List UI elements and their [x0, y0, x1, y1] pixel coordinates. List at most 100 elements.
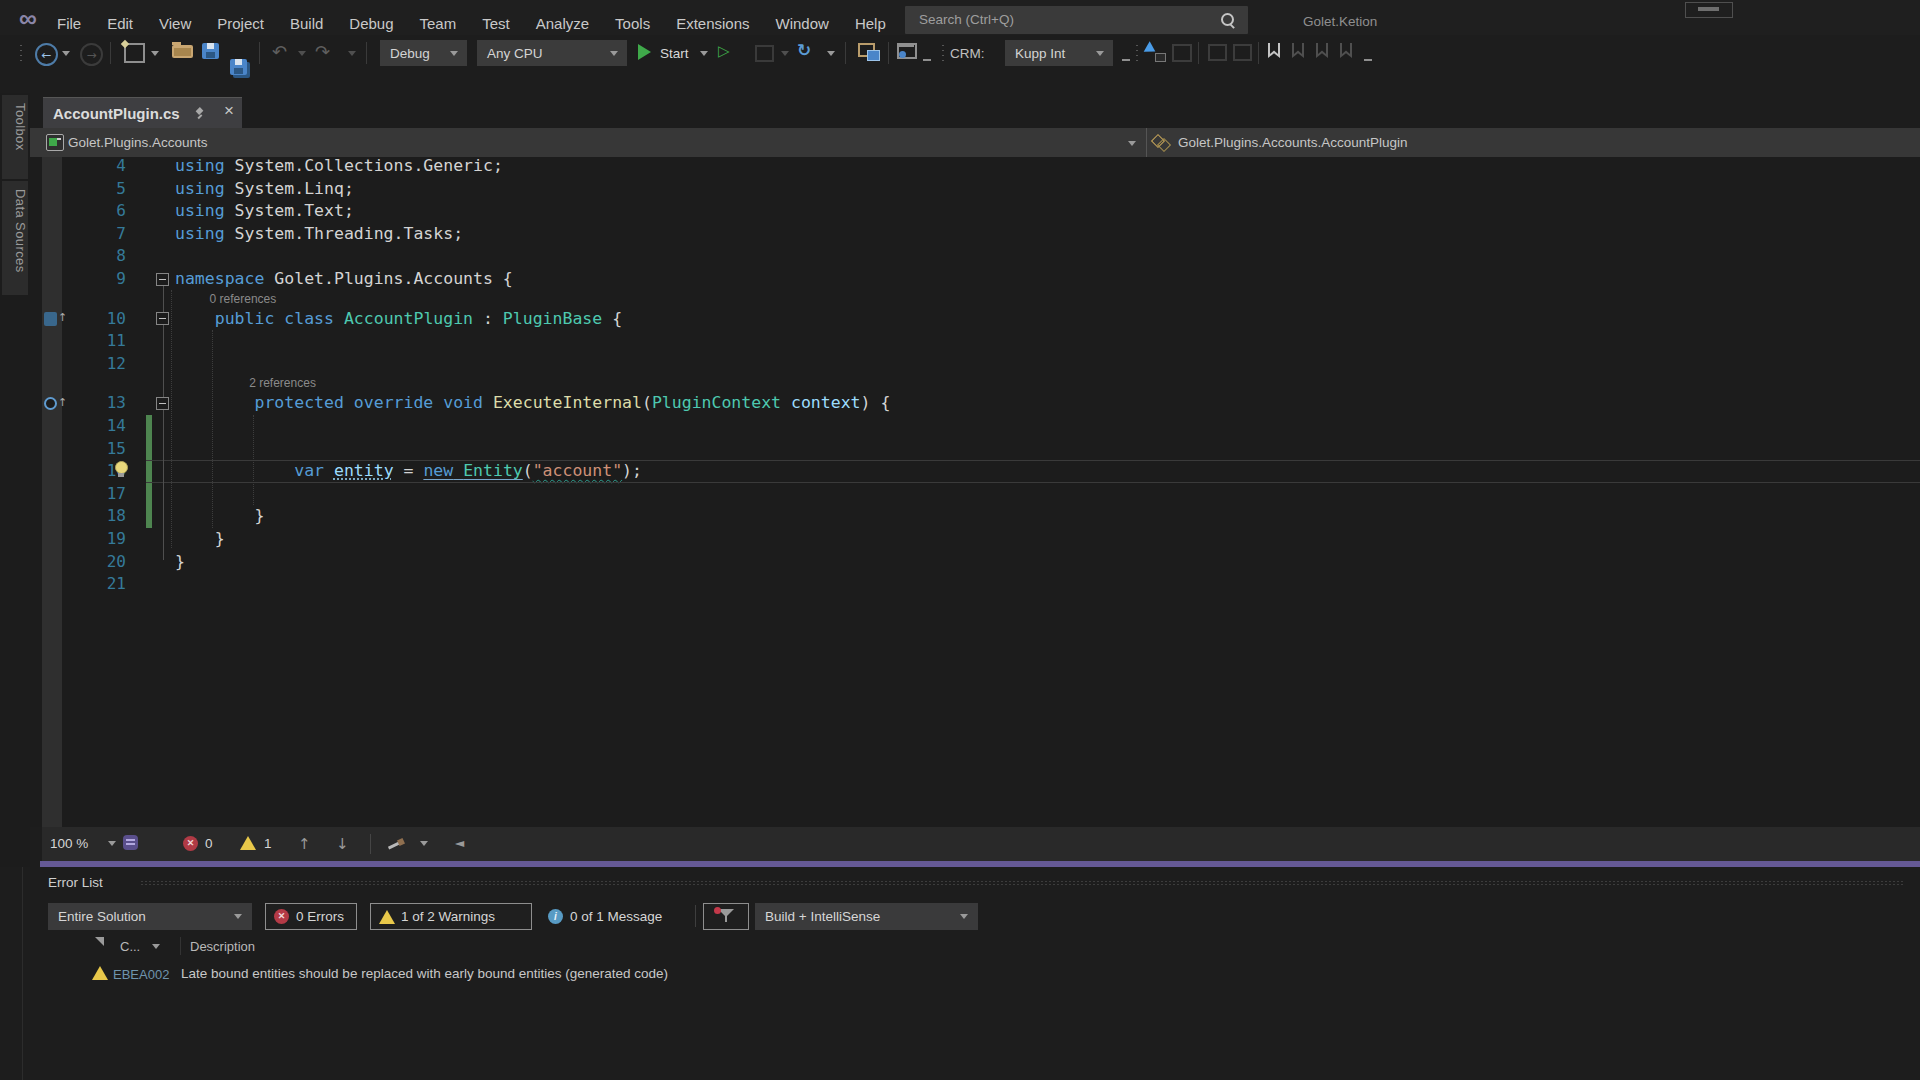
menu-build[interactable]: Build	[290, 15, 323, 32]
save-button[interactable]	[202, 43, 219, 59]
code-cleanup-dropdown-icon[interactable]	[420, 841, 428, 846]
code-line-11[interactable]: 11	[30, 330, 1920, 353]
start-debug-icon[interactable]	[638, 44, 651, 60]
code-line-8[interactable]: 8	[30, 245, 1920, 268]
previous-bookmark-icon[interactable]	[1292, 43, 1304, 58]
new-project-button[interactable]	[124, 43, 145, 63]
zoom-dropdown-icon[interactable]	[108, 841, 116, 846]
navigate-back-dropdown-icon[interactable]	[62, 51, 70, 56]
code-column-dropdown-icon[interactable]	[152, 944, 160, 949]
provider-dropdown[interactable]: Build + IntelliSense	[755, 903, 978, 930]
navigate-forward-button[interactable]: →	[80, 43, 103, 66]
code-line-5[interactable]: 5using System.Linq;	[30, 178, 1920, 201]
toolbar-grip[interactable]	[1134, 43, 1140, 63]
menu-tools[interactable]: Tools	[615, 15, 650, 32]
toolbar-overflow-icon[interactable]	[1364, 59, 1372, 61]
menu-team[interactable]: Team	[420, 15, 457, 32]
error-row-code[interactable]: EBEA002	[113, 967, 169, 982]
undo-dropdown-icon[interactable]	[298, 51, 306, 56]
track-active-icon[interactable]: ↑	[44, 396, 66, 412]
menu-edit[interactable]: Edit	[107, 15, 133, 32]
next-issue-icon[interactable]: ↓	[336, 835, 349, 853]
errors-filter-button[interactable]: ✕ 0 Errors	[265, 903, 357, 930]
code-editor[interactable]: 4using System.Collections.Generic;5using…	[30, 157, 1920, 827]
menu-test[interactable]: Test	[482, 15, 510, 32]
toolbar-overflow-icon[interactable]	[1122, 59, 1130, 61]
attach-icon[interactable]	[755, 45, 774, 62]
fold-collapse-icon[interactable]	[156, 273, 169, 286]
breadcrumb-dropdown-icon[interactable]	[1128, 141, 1136, 146]
error-list-title[interactable]: Error List	[48, 875, 103, 890]
disabled-tool-icon[interactable]	[1208, 44, 1227, 61]
redo-button[interactable]: ↷	[315, 41, 330, 62]
start-button-label[interactable]: Start	[660, 46, 689, 61]
code-cleanup-icon[interactable]	[388, 837, 406, 851]
warning-count-icon[interactable]	[240, 836, 256, 850]
disabled-tool-icon[interactable]	[1233, 44, 1252, 61]
column-header-description[interactable]: Description	[190, 939, 255, 954]
sidebar-tab-toolbox[interactable]: Toolbox	[2, 95, 28, 179]
clear-bookmarks-icon[interactable]	[1340, 43, 1352, 58]
error-count-icon[interactable]: ✕	[183, 836, 198, 851]
codelens-references[interactable]: 0 references	[30, 291, 1920, 308]
refresh-icon[interactable]: ↻	[797, 40, 811, 60]
platform-dropdown[interactable]: Any CPU	[477, 40, 627, 66]
severity-column-icon[interactable]	[95, 937, 104, 946]
new-project-dropdown-icon[interactable]	[151, 51, 159, 56]
scroll-left-icon[interactable]: ◄	[455, 836, 464, 850]
debug-configuration-dropdown[interactable]: Debug	[380, 40, 467, 66]
account-name[interactable]: Golet.Ketion	[1303, 14, 1377, 29]
intellicode-icon[interactable]	[123, 835, 138, 850]
refresh-dropdown-icon[interactable]	[827, 51, 835, 56]
cursor-tool-icon[interactable]	[1146, 43, 1166, 61]
warning-count[interactable]: 1	[264, 836, 272, 851]
undo-button[interactable]: ↶	[272, 41, 287, 62]
fold-collapse-icon[interactable]	[156, 397, 169, 410]
toolbar-grip[interactable]	[18, 43, 24, 63]
previous-issue-icon[interactable]: ↑	[298, 835, 311, 853]
toolbar-overflow-icon[interactable]	[923, 59, 931, 61]
code-line-12[interactable]: 12	[30, 353, 1920, 376]
breadcrumb-class[interactable]: Golet.Plugins.Accounts.AccountPlugin	[1178, 135, 1408, 150]
column-header-code[interactable]: C...	[120, 939, 140, 954]
toolbar-grip[interactable]	[940, 43, 946, 63]
menu-extensions[interactable]: Extensions	[676, 15, 749, 32]
breadcrumb-namespace[interactable]: Golet.Plugins.Accounts	[68, 135, 208, 150]
menu-debug[interactable]: Debug	[349, 15, 393, 32]
next-bookmark-icon[interactable]	[1316, 43, 1328, 58]
warnings-filter-button[interactable]: 1 of 2 Warnings	[370, 903, 532, 930]
code-line-13[interactable]: 13 protected override void ExecuteIntern…	[30, 392, 1920, 415]
code-line-21[interactable]: 21	[30, 573, 1920, 596]
menu-view[interactable]: View	[159, 15, 191, 32]
error-row-description[interactable]: Late bound entities should be replaced w…	[181, 966, 668, 981]
close-icon[interactable]: ×	[224, 101, 234, 121]
code-line-7[interactable]: 7using System.Threading.Tasks;	[30, 223, 1920, 246]
save-all-button[interactable]	[230, 59, 247, 75]
menu-help[interactable]: Help	[855, 15, 886, 32]
code-line-10[interactable]: 10 public class AccountPlugin : PluginBa…	[30, 308, 1920, 331]
disabled-tool-icon[interactable]	[1172, 44, 1192, 62]
code-line-17[interactable]: 17	[30, 483, 1920, 506]
redo-dropdown-icon[interactable]	[348, 51, 356, 56]
fold-collapse-icon[interactable]	[156, 312, 169, 325]
start-dropdown-icon[interactable]	[700, 51, 708, 56]
open-file-button[interactable]	[172, 45, 193, 58]
menu-file[interactable]: File	[57, 15, 81, 32]
error-count[interactable]: 0	[205, 836, 213, 851]
messages-filter-button[interactable]: i 0 of 1 Message	[540, 903, 690, 930]
code-line-18[interactable]: 18 }	[30, 505, 1920, 528]
start-without-debugging-icon[interactable]: ▷	[718, 42, 730, 60]
devices-icon[interactable]	[858, 43, 880, 61]
menu-project[interactable]: Project	[217, 15, 264, 32]
code-line-20[interactable]: 20}	[30, 551, 1920, 574]
window-button[interactable]	[1685, 2, 1733, 18]
code-line-9[interactable]: 9namespace Golet.Plugins.Accounts {	[30, 268, 1920, 291]
scope-dropdown[interactable]: Entire Solution	[48, 903, 252, 930]
track-changes-icon[interactable]: ↑	[44, 311, 66, 327]
attach-dropdown-icon[interactable]	[781, 51, 789, 56]
watch-window-icon[interactable]	[897, 43, 917, 59]
menu-window[interactable]: Window	[776, 15, 829, 32]
code-line-14[interactable]: 14	[30, 415, 1920, 438]
zoom-level[interactable]: 100 %	[50, 836, 88, 851]
code-line-19[interactable]: 19 }	[30, 528, 1920, 551]
